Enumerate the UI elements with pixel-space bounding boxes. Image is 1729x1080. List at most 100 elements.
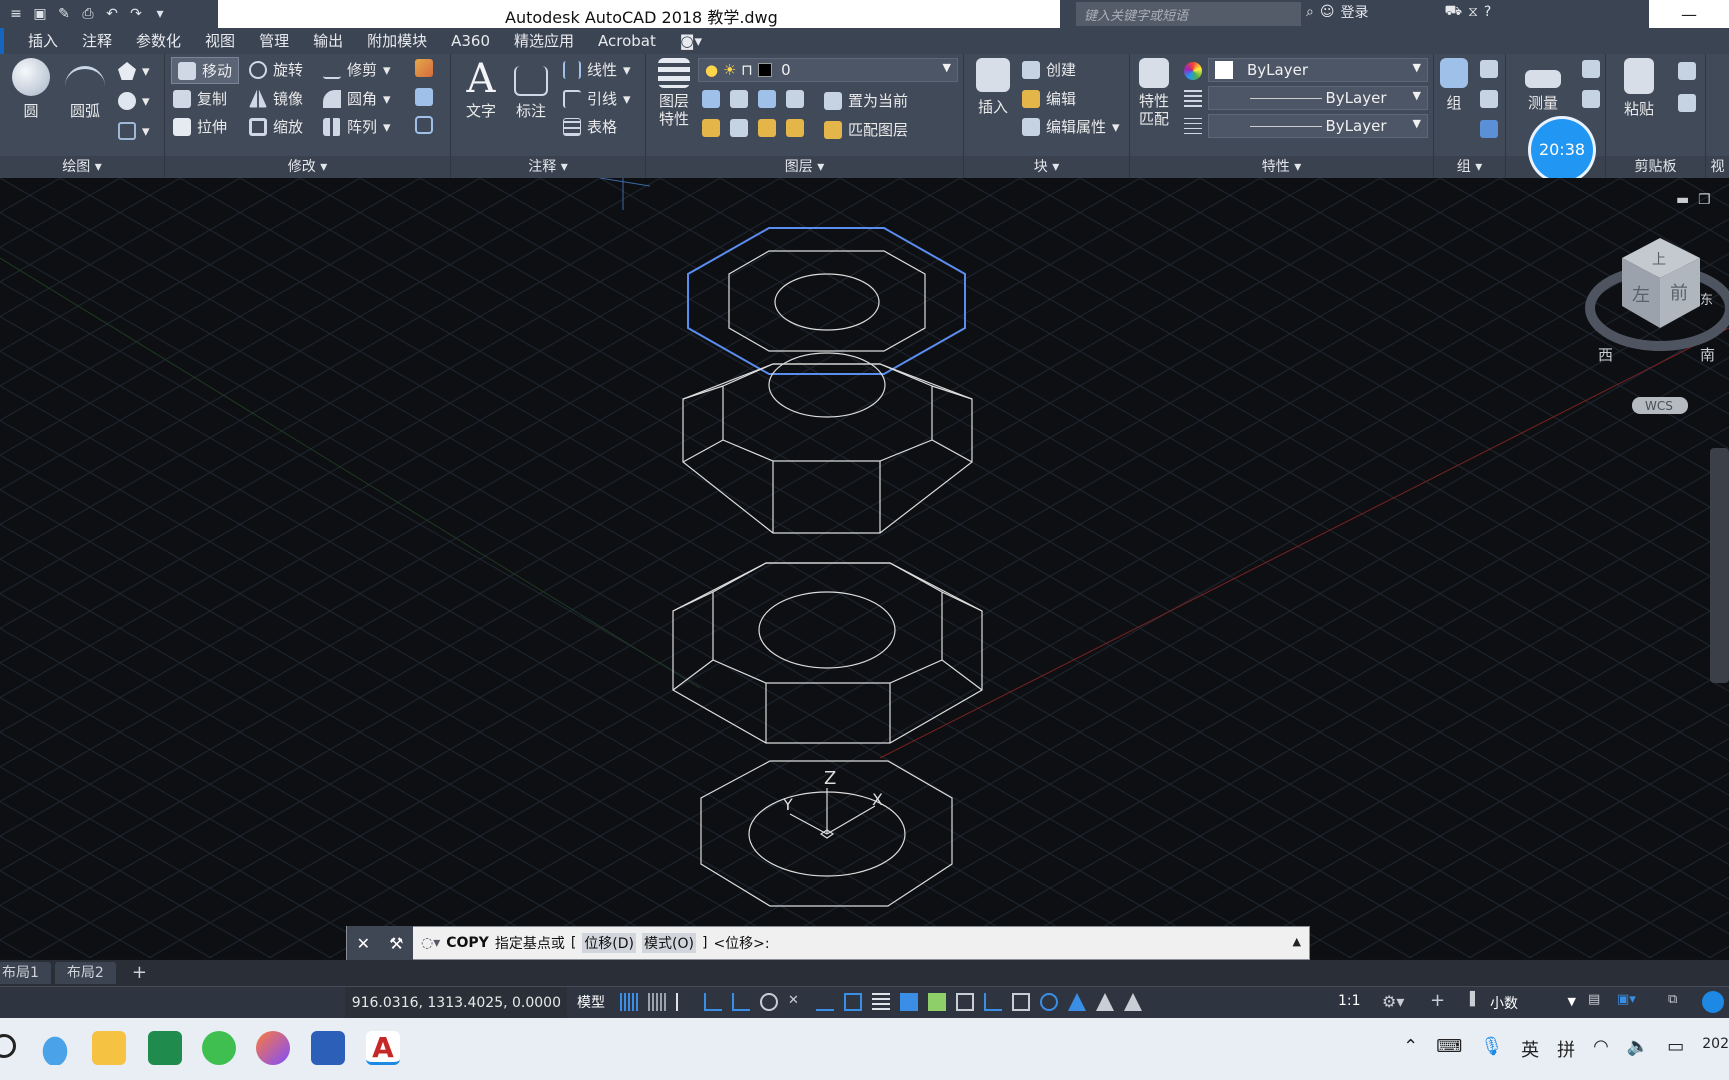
explode-button[interactable]: [415, 88, 433, 106]
layer-unisolate-icon[interactable]: [730, 119, 748, 137]
erase-button[interactable]: [415, 59, 433, 77]
print-icon[interactable]: ⎙: [78, 4, 98, 24]
layer-freeze-icon[interactable]: [758, 90, 776, 108]
wifi-icon[interactable]: ◠: [1593, 1036, 1609, 1062]
create-block-button[interactable]: 创建: [1022, 59, 1076, 80]
browser-icon[interactable]: [256, 1031, 290, 1065]
linear-button[interactable]: 线性 ▾: [563, 59, 631, 80]
panel-title-layers[interactable]: 图层 ▾: [646, 156, 963, 178]
match-layer-button[interactable]: 匹配图层: [824, 119, 908, 140]
panel-title-modify[interactable]: 修改 ▾: [165, 156, 450, 178]
ortho-icon[interactable]: [732, 993, 750, 1011]
onedrive-icon[interactable]: [38, 1031, 72, 1065]
rectangle-button[interactable]: ▾: [118, 122, 150, 140]
save-as-icon[interactable]: ✎: [54, 4, 74, 24]
trim-button[interactable]: 修剪 ▾: [323, 59, 391, 80]
login-link[interactable]: 登录: [1340, 2, 1368, 22]
edit-attributes-button[interactable]: 编辑属性 ▾: [1022, 116, 1120, 137]
set-current-button[interactable]: 置为当前: [824, 90, 908, 111]
panel-title-view[interactable]: 视: [1706, 156, 1729, 178]
command-history-icon[interactable]: ◌▾: [421, 935, 440, 951]
gizmo-icon[interactable]: [1040, 993, 1058, 1011]
id-point-icon[interactable]: [1582, 90, 1600, 108]
tab-layout1[interactable]: 布局1: [0, 962, 51, 984]
qat-dropdown-icon[interactable]: ▾: [150, 4, 170, 24]
group-edit-icon[interactable]: [1480, 90, 1498, 108]
keyboard-icon[interactable]: ⌨: [1436, 1036, 1462, 1062]
grid-icon[interactable]: [620, 993, 638, 1011]
tab-manage[interactable]: 管理: [247, 28, 301, 54]
mirror-button[interactable]: 镜像: [249, 88, 303, 109]
panel-title-annotation[interactable]: 注释 ▾: [451, 156, 645, 178]
group-button[interactable]: 组: [1436, 58, 1472, 113]
clean-screen-icon[interactable]: [1702, 991, 1724, 1013]
cut-icon[interactable]: [1678, 62, 1696, 80]
layer-unlock-icon[interactable]: [786, 119, 804, 137]
file-explorer-icon[interactable]: [92, 1031, 126, 1065]
wechat-icon[interactable]: [202, 1031, 236, 1065]
option-displacement[interactable]: 位移(D): [582, 933, 637, 953]
help-icon[interactable]: ?: [1484, 4, 1491, 20]
layer-isolate-icon[interactable]: [730, 90, 748, 108]
autocad-icon[interactable]: A: [366, 1031, 400, 1065]
polygon-button[interactable]: ▾: [118, 62, 150, 80]
point-icon[interactable]: [1582, 60, 1600, 78]
tab-layout2[interactable]: 布局2: [54, 962, 116, 984]
panel-title-group[interactable]: 组 ▾: [1434, 156, 1505, 178]
ime-pinyin[interactable]: 拼: [1557, 1036, 1575, 1062]
microphone-icon[interactable]: 🎙: [1480, 1036, 1503, 1062]
text-button[interactable]: A 文字: [457, 58, 505, 121]
lineweight-toggle-icon[interactable]: [872, 993, 890, 1011]
panel-title-clipboard[interactable]: 剪贴板: [1606, 156, 1705, 178]
isodraft-icon[interactable]: ✕: [788, 993, 806, 1011]
panel-title-properties[interactable]: 特性 ▾: [1130, 156, 1433, 178]
scale-button[interactable]: 缩放: [249, 116, 303, 137]
tab-a360[interactable]: A360: [439, 28, 502, 54]
battery-icon[interactable]: ▭: [1667, 1036, 1684, 1062]
minimize-icon[interactable]: —: [1681, 5, 1697, 24]
dimension-button[interactable]: 标注: [507, 58, 555, 121]
units-dropdown[interactable]: 小数 ▼: [1490, 993, 1576, 1013]
viewport-minimize-icon[interactable]: ▬: [1676, 192, 1689, 208]
layer-lock-icon[interactable]: [786, 90, 804, 108]
panel-title-draw[interactable]: 绘图 ▾: [0, 156, 164, 178]
model-space-button[interactable]: 模型: [577, 992, 605, 1012]
tab-parametric[interactable]: 参数化: [124, 28, 193, 54]
color-dropdown[interactable]: ByLayer ▼: [1208, 58, 1428, 82]
wrench-icon[interactable]: ⚒: [389, 934, 403, 953]
tab-featured-apps[interactable]: 精选应用: [502, 28, 586, 54]
add-layout-button[interactable]: +: [120, 962, 159, 984]
layer-properties-button[interactable]: 图层 特性: [652, 58, 696, 128]
3d-osnap-icon[interactable]: [956, 993, 974, 1011]
hardware-accel-icon[interactable]: ▣▾: [1617, 992, 1636, 1007]
copy-clip-icon[interactable]: [1678, 94, 1696, 112]
save-icon[interactable]: ▣: [30, 4, 50, 24]
lineweight-dropdown[interactable]: ByLayer ▼: [1208, 114, 1428, 138]
region-button[interactable]: ▾: [118, 92, 150, 110]
match-properties-button[interactable]: 特性 匹配: [1132, 58, 1176, 128]
coordinate-readout[interactable]: 916.0316, 1313.4025, 0.0000: [345, 987, 567, 1019]
paste-button[interactable]: 粘贴: [1616, 58, 1662, 119]
drawing-canvas[interactable]: Z Y X 上 左 前 西 南 东 WCS ▬ ❐: [0, 178, 1729, 958]
layer-thaw-icon[interactable]: [758, 119, 776, 137]
circle-button[interactable]: 圆: [8, 58, 54, 121]
workspace-gear-icon[interactable]: ⚙▾: [1382, 992, 1404, 1011]
option-mode[interactable]: 模式(O): [642, 933, 696, 953]
fillet-button[interactable]: 圆角 ▾: [323, 88, 391, 109]
annotation-visibility-icon[interactable]: [1068, 993, 1086, 1011]
selection-filter-icon[interactable]: [1012, 993, 1030, 1011]
ime-english[interactable]: 英: [1521, 1036, 1539, 1062]
search-input[interactable]: 键入关键字或短语: [1076, 2, 1301, 26]
stretch-button[interactable]: 拉伸: [173, 116, 227, 137]
snap-icon[interactable]: [648, 993, 666, 1011]
dynamic-input-icon[interactable]: [704, 993, 722, 1011]
quick-properties-icon[interactable]: ▤: [1588, 992, 1600, 1007]
redo-icon[interactable]: ↷: [126, 4, 146, 24]
search-icon[interactable]: [0, 1034, 16, 1058]
show-hidden-icon[interactable]: ⌃: [1403, 1036, 1418, 1062]
exchange-icon[interactable]: ⧖: [1468, 4, 1478, 20]
annotation-scale-icon[interactable]: [1124, 993, 1142, 1011]
menu-icon[interactable]: ≡: [6, 4, 26, 24]
tab-view[interactable]: 视图: [193, 28, 247, 54]
linetype-dropdown[interactable]: ByLayer ▼: [1208, 86, 1428, 110]
